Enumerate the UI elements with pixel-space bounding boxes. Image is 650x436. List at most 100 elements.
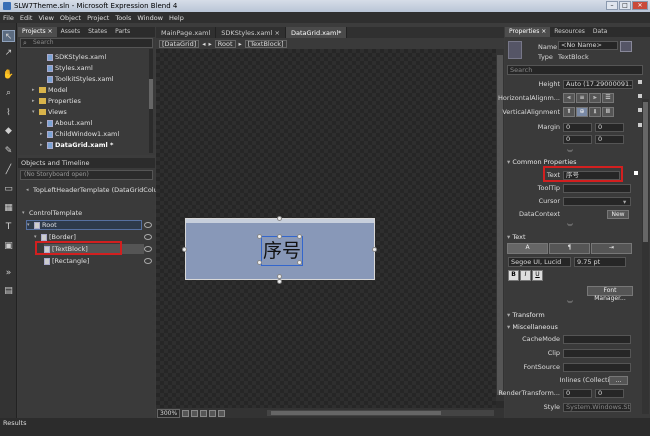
tab-projects[interactable]: Projects × (18, 27, 57, 37)
tab-resources[interactable]: Resources (550, 27, 589, 37)
visibility-eye-icon[interactable] (144, 234, 152, 240)
tree-item-childwindow1[interactable]: ▸ ChildWindow1.xaml (40, 129, 119, 139)
tree-item-sdkstyles[interactable]: SDKStyles.xaml (47, 52, 106, 62)
menu-help[interactable]: Help (169, 14, 184, 22)
object-controltemplate[interactable]: ▾ ControlTemplate (22, 208, 82, 218)
margin-top-field[interactable]: 0 (563, 135, 592, 144)
tree-item-views[interactable]: ▾ Views (32, 107, 67, 117)
tab-states[interactable]: States (84, 27, 111, 37)
projects-scrollbar[interactable] (149, 49, 153, 153)
selected-element[interactable]: 序号 (185, 218, 375, 280)
canvas-horizontal-scrollbar[interactable] (267, 410, 494, 416)
tree-item-styles[interactable]: Styles.xaml (47, 63, 93, 73)
indent-tab-icon[interactable]: ⇥ (591, 243, 632, 254)
tree-item-properties[interactable]: ▸ Properties (32, 96, 81, 106)
pen-tool-icon[interactable]: ✎ (2, 145, 15, 157)
halign-right-icon[interactable]: ⫸ (589, 93, 601, 103)
rectangle-tool-icon[interactable]: ▭ (2, 183, 15, 195)
object-root[interactable]: ▾ Root (26, 220, 142, 230)
fx-toggle-icon[interactable] (182, 409, 190, 417)
cachemode-field[interactable] (563, 335, 631, 344)
grid-toggle-icon[interactable] (191, 409, 199, 417)
new-datacontext-button[interactable]: New (607, 210, 629, 219)
tab-sdkstyles[interactable]: SDKStyles.xaml × (216, 27, 286, 38)
projects-search-input[interactable]: ⌕ Search (20, 38, 153, 48)
control-tool-icon[interactable]: ▣ (2, 240, 15, 252)
menu-file[interactable]: File (3, 14, 14, 22)
assets-tool-icon[interactable]: » (2, 267, 15, 279)
back-icon[interactable]: ◂ (202, 40, 205, 48)
collapse-arrow-icon[interactable]: ▾ (32, 109, 37, 115)
bold-button[interactable]: B (508, 270, 519, 281)
valign-bottom-icon[interactable]: ⫫ (589, 107, 601, 117)
resize-handle-text-tl[interactable] (257, 234, 262, 239)
expand-chevron-icon[interactable]: ︾ (567, 148, 573, 157)
storyboard-selector[interactable]: (No Storyboard open) (20, 170, 153, 180)
back-arrow-icon[interactable]: ◂ (26, 187, 31, 193)
height-field[interactable]: Auto (17.29000091... (563, 80, 633, 89)
tree-item-model[interactable]: ▸ Model (32, 85, 68, 95)
chevron-down-icon[interactable]: ▾ (623, 198, 626, 206)
breadcrumb-datagrid[interactable]: [DataGrid] (159, 39, 200, 48)
menu-tools[interactable]: Tools (115, 14, 131, 22)
resize-handle-text-b[interactable] (277, 274, 282, 279)
expand-arrow-icon[interactable]: ▸ (40, 131, 45, 137)
tree-item-about[interactable]: ▸ About.xaml (40, 118, 92, 128)
underline-button[interactable]: U (532, 270, 543, 281)
minimize-button[interactable]: – (606, 1, 618, 10)
tab-assets[interactable]: Assets (57, 27, 85, 37)
cursor-select[interactable] (563, 197, 631, 206)
visibility-eye-icon[interactable] (144, 258, 152, 264)
expand-arrow-icon[interactable]: ▸ (32, 98, 37, 104)
snap-grid-icon[interactable] (200, 409, 208, 417)
name-field[interactable]: <No Name> (558, 41, 618, 50)
misc-header[interactable]: Miscellaneous (507, 323, 632, 332)
selection-tool-icon[interactable]: ↖ (2, 30, 15, 42)
paint-bucket-tool-icon[interactable]: ◆ (2, 125, 15, 137)
menu-view[interactable]: View (38, 14, 53, 22)
resize-handle-top[interactable] (277, 216, 282, 221)
property-marker-icon[interactable] (638, 94, 642, 98)
paragraph-tab-icon[interactable]: ¶ (549, 243, 590, 254)
margin-right-field[interactable]: 0 (595, 123, 624, 132)
expand-arrow-icon[interactable]: ▸ (40, 142, 45, 148)
expand-chevron-icon[interactable]: ︾ (567, 222, 573, 231)
rendertransform-y-field[interactable]: 0 (595, 389, 624, 398)
zoom-level[interactable]: 300% (157, 408, 181, 418)
text-tool-icon[interactable]: T (2, 221, 15, 233)
halign-stretch-icon[interactable]: ☰ (602, 93, 614, 103)
visibility-eye-icon[interactable] (144, 222, 152, 228)
grid-tool-icon[interactable]: ▦ (2, 202, 15, 214)
halign-center-icon[interactable]: ≡ (576, 93, 588, 103)
clip-field[interactable] (563, 349, 631, 358)
direct-selection-tool-icon[interactable]: ↗ (2, 47, 15, 59)
property-marker-icon[interactable] (638, 80, 642, 84)
italic-button[interactable]: I (520, 270, 531, 281)
property-marker-icon[interactable] (634, 171, 638, 175)
tab-parts[interactable]: Parts (111, 27, 134, 37)
view-toggle-icon[interactable] (620, 41, 632, 52)
rendertransform-x-field[interactable]: 0 (563, 389, 592, 398)
tooltip-field[interactable] (563, 184, 631, 193)
text-section-header[interactable]: Text (507, 233, 632, 242)
breadcrumb-textblock[interactable]: [TextBlock] (244, 39, 287, 48)
zoom-tool-icon[interactable]: ⌕ (2, 87, 15, 99)
tree-item-toolkitstyles[interactable]: ToolkitStyles.xaml (47, 74, 114, 84)
resize-handle-text-bl[interactable] (257, 260, 262, 265)
tab-data[interactable]: Data (589, 27, 611, 37)
close-button[interactable]: ✕ (632, 1, 648, 10)
panel-tool-icon[interactable]: ▤ (2, 285, 15, 297)
resize-handle-bottom[interactable] (277, 279, 282, 284)
inlines-edit-button[interactable]: ... (609, 376, 628, 385)
object-rectangle[interactable]: [Rectangle] (44, 256, 89, 266)
tab-datagrid[interactable]: DataGrid.xaml* (285, 27, 348, 38)
expand-chevron-icon[interactable]: ︾ (567, 299, 573, 308)
snap-lines-icon[interactable] (209, 409, 217, 417)
resize-handle-text-br[interactable] (297, 260, 302, 265)
collapse-arrow-icon[interactable]: ▾ (22, 210, 27, 216)
menu-window[interactable]: Window (137, 14, 163, 22)
resize-handle-text-tr[interactable] (297, 234, 302, 239)
transform-header[interactable]: Transform (507, 311, 632, 320)
margin-bottom-field[interactable]: 0 (595, 135, 624, 144)
margin-left-field[interactable]: 0 (563, 123, 592, 132)
